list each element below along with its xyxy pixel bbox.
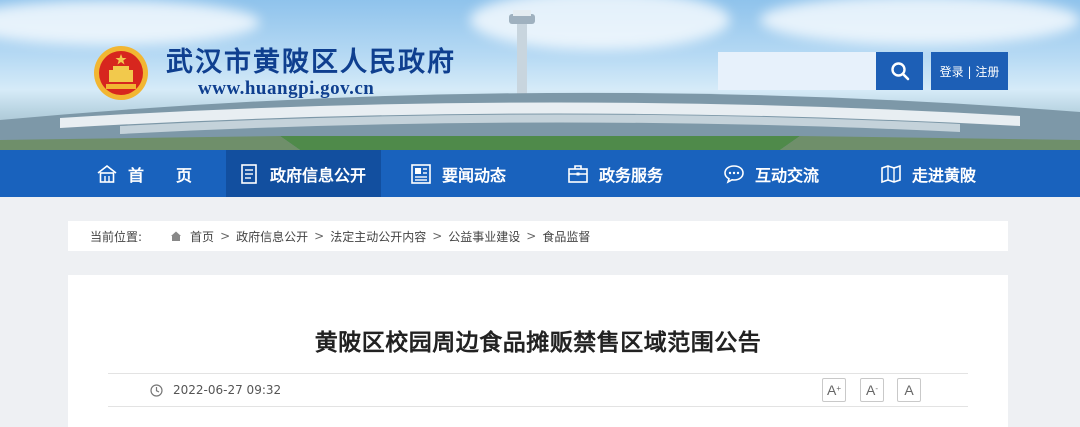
nav-item-label: 要闻动态 <box>442 165 507 185</box>
breadcrumb-separator: > <box>220 229 231 243</box>
clock-icon <box>150 383 163 397</box>
font-button-label: A <box>826 382 837 398</box>
article-title: 黄陂区校园周边食品摊贩禁售区域范围公告 <box>314 330 762 356</box>
login-register-button[interactable]: 登录 | 注册 <box>931 52 1008 90</box>
search-input[interactable] <box>718 52 876 90</box>
breadcrumb-label: 当前位置: <box>90 229 143 244</box>
nav-item-interaction[interactable]: 互动交流 <box>723 150 843 197</box>
nav-item-services[interactable]: 政务服务 <box>567 150 687 197</box>
news-icon <box>410 163 432 185</box>
breadcrumb-link-statutory[interactable]: 法定主动公开内容 <box>330 228 426 245</box>
main-nav: 首 页 政府信息公开 要闻动态 政务服务 互动交流 走进黄陂 <box>0 150 1080 197</box>
nav-item-label: 政府信息公开 <box>270 165 367 185</box>
search-button[interactable] <box>876 52 923 90</box>
document-icon <box>238 163 260 185</box>
breadcrumb-separator: > <box>314 229 325 243</box>
national-emblem-logo <box>94 46 148 100</box>
site-url: www.huangpi.gov.cn <box>198 78 375 99</box>
home-icon <box>96 163 118 185</box>
nav-item-label: 首 页 <box>128 165 193 185</box>
site-name: 武汉市黄陂区人民政府 <box>166 47 456 78</box>
breadcrumb-link-food-supervision[interactable]: 食品监督 <box>542 228 590 245</box>
header-banner: 武汉市黄陂区人民政府 www.huangpi.gov.cn 登录 | 注册 <box>0 0 1080 150</box>
article-panel: 黄陂区校园周边食品摊贩禁售区域范围公告 2022-06-27 09:32 A + … <box>68 275 1008 427</box>
briefcase-icon <box>567 163 589 185</box>
breadcrumb-separator: > <box>432 229 443 243</box>
font-size-increase-button[interactable]: A + <box>822 378 846 402</box>
home-icon <box>170 230 182 242</box>
font-size-decrease-button[interactable]: A- <box>860 378 884 402</box>
nav-item-home[interactable]: 首 页 <box>88 150 218 197</box>
plus-icon: + <box>836 383 841 393</box>
map-icon <box>880 163 902 185</box>
breadcrumb-link-home[interactable]: 首页 <box>190 228 214 245</box>
article-meta-bar: 2022-06-27 09:32 A + A- A <box>108 373 968 407</box>
nav-item-label: 政务服务 <box>599 165 664 185</box>
nav-item-label: 互动交流 <box>755 165 820 185</box>
breadcrumb-link-public-welfare[interactable]: 公益事业建设 <box>448 228 520 245</box>
nav-item-about[interactable]: 走进黄陂 <box>880 150 1000 197</box>
breadcrumb: 当前位置: 首页 > 政府信息公开 > 法定主动公开内容 > 公益事业建设 > … <box>68 221 1008 251</box>
font-button-label: A <box>904 382 914 398</box>
chat-icon <box>723 163 745 185</box>
nav-item-news[interactable]: 要闻动态 <box>410 150 530 197</box>
publish-date: 2022-06-27 09:32 <box>150 374 281 406</box>
nav-item-label: 走进黄陂 <box>912 165 977 185</box>
breadcrumb-separator: > <box>526 229 537 243</box>
publish-date-text: 2022-06-27 09:32 <box>173 383 282 397</box>
font-button-label: A <box>865 382 876 398</box>
breadcrumb-link-gov-info[interactable]: 政府信息公开 <box>236 228 308 245</box>
nav-item-gov-info[interactable]: 政府信息公开 <box>226 150 381 197</box>
minus-icon: - <box>875 383 878 393</box>
search-icon <box>890 62 909 81</box>
font-size-reset-button[interactable]: A <box>897 378 921 402</box>
